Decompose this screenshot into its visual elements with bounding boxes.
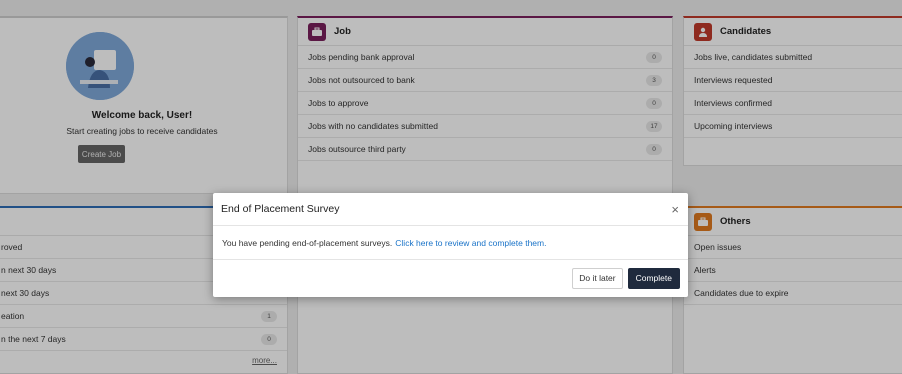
modal-footer: Do it later Complete xyxy=(213,260,688,296)
modal-body: You have pending end-of-placement survey… xyxy=(213,226,688,260)
modal-title: End of Placement Survey xyxy=(221,203,340,215)
close-icon[interactable]: × xyxy=(671,202,679,217)
do-it-later-button[interactable]: Do it later xyxy=(572,267,623,289)
modal-backdrop[interactable] xyxy=(0,0,902,374)
survey-modal: End of Placement Survey × You have pendi… xyxy=(213,193,688,297)
modal-header: End of Placement Survey × xyxy=(213,193,688,226)
modal-message: You have pending end-of-placement survey… xyxy=(222,237,393,248)
review-surveys-link[interactable]: Click here to review and complete them. xyxy=(395,238,546,248)
complete-button[interactable]: Complete xyxy=(627,267,680,289)
